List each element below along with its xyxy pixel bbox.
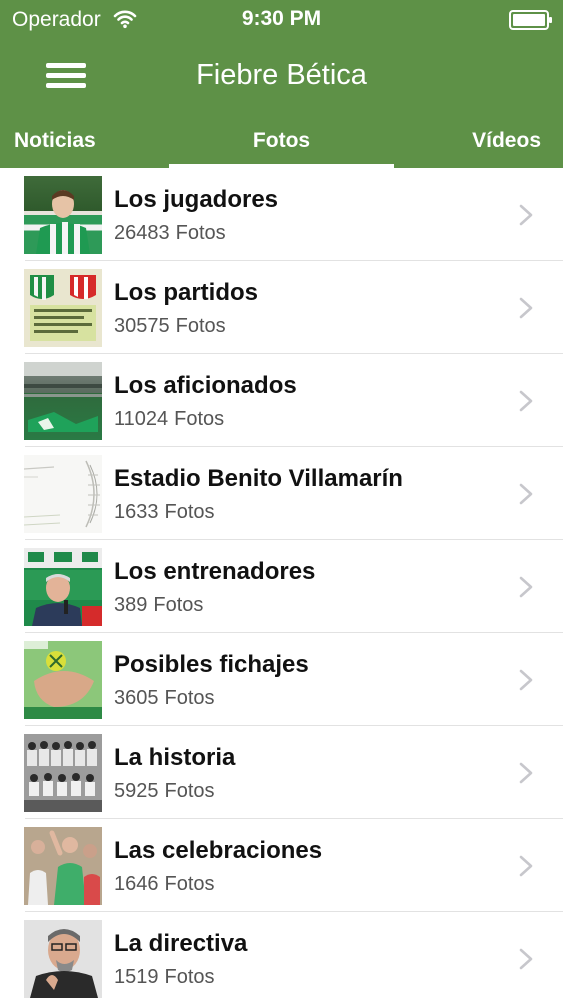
tab-videos[interactable]: Vídeos bbox=[472, 114, 541, 168]
battery-icon bbox=[509, 10, 552, 30]
album-row-directiva[interactable]: La directiva 1519 Fotos bbox=[0, 912, 563, 1000]
album-thumbnail bbox=[24, 920, 102, 998]
album-title: Las celebraciones bbox=[114, 837, 323, 864]
navigation-bar: Fiebre Bética bbox=[0, 40, 563, 114]
album-title: La directiva bbox=[114, 930, 248, 957]
chevron-right-icon bbox=[519, 855, 533, 877]
tab-noticias[interactable]: Noticias bbox=[14, 114, 96, 168]
chevron-right-icon bbox=[519, 762, 533, 784]
album-list[interactable]: Los jugadores 26483 Fotos Los partidos 3… bbox=[0, 168, 563, 1000]
status-time: 9:30 PM bbox=[241, 7, 322, 30]
header: Operador 9:30 PM Fiebre Bética Noticias bbox=[0, 0, 563, 168]
album-thumbnail bbox=[24, 734, 102, 812]
album-title: Los jugadores bbox=[114, 186, 279, 213]
album-photo-count: 1519 Fotos bbox=[114, 966, 215, 988]
album-thumbnail bbox=[24, 548, 102, 626]
album-photo-count: 1633 Fotos bbox=[114, 501, 215, 523]
album-thumbnail bbox=[24, 641, 102, 719]
status-bar: Operador 9:30 PM bbox=[0, 0, 563, 40]
album-row-partidos[interactable]: Los partidos 30575 Fotos bbox=[0, 261, 563, 354]
chevron-right-icon bbox=[519, 669, 533, 691]
app-title: Fiebre Bética bbox=[196, 59, 367, 91]
chevron-right-icon bbox=[519, 297, 533, 319]
album-title: Estadio Benito Villamarín bbox=[114, 465, 403, 492]
chevron-right-icon bbox=[519, 483, 533, 505]
chevron-right-icon bbox=[519, 948, 533, 970]
album-thumbnail bbox=[24, 827, 102, 905]
album-photo-count: 26483 Fotos bbox=[114, 222, 226, 244]
album-thumbnail bbox=[24, 176, 102, 254]
album-photo-count: 3605 Fotos bbox=[114, 687, 215, 709]
album-photo-count: 30575 Fotos bbox=[114, 315, 226, 337]
album-thumbnail bbox=[24, 269, 102, 347]
album-thumbnail bbox=[24, 362, 102, 440]
album-title: Los partidos bbox=[114, 279, 259, 306]
chevron-right-icon bbox=[519, 576, 533, 598]
album-thumbnail bbox=[24, 455, 102, 533]
album-row-estadio[interactable]: Estadio Benito Villamarín 1633 Fotos bbox=[0, 447, 563, 540]
album-title: La historia bbox=[114, 744, 236, 771]
album-title: Los entrenadores bbox=[114, 558, 316, 585]
album-photo-count: 1646 Fotos bbox=[114, 873, 215, 895]
album-row-celebraciones[interactable]: Las celebraciones 1646 Fotos bbox=[0, 819, 563, 912]
chevron-right-icon bbox=[519, 390, 533, 412]
chevron-right-icon bbox=[519, 204, 533, 226]
album-row-aficionados[interactable]: Los aficionados 11024 Fotos bbox=[0, 354, 563, 447]
album-photo-count: 5925 Fotos bbox=[114, 780, 215, 802]
tab-fotos[interactable]: Fotos bbox=[169, 114, 394, 168]
tab-bar: Noticias Fotos Vídeos bbox=[0, 114, 563, 168]
album-photo-count: 11024 Fotos bbox=[114, 408, 225, 430]
album-title: Posibles fichajes bbox=[114, 651, 309, 678]
album-title: Los aficionados bbox=[114, 372, 297, 399]
app-screen: Operador 9:30 PM Fiebre Bética Noticias bbox=[0, 0, 563, 1000]
album-row-entrenadores[interactable]: Los entrenadores 389 Fotos bbox=[0, 540, 563, 633]
album-row-fichajes[interactable]: Posibles fichajes 3605 Fotos bbox=[0, 633, 563, 726]
album-row-jugadores[interactable]: Los jugadores 26483 Fotos bbox=[0, 168, 563, 261]
album-row-historia[interactable]: La historia 5925 Fotos bbox=[0, 726, 563, 819]
album-photo-count: 389 Fotos bbox=[114, 594, 204, 616]
